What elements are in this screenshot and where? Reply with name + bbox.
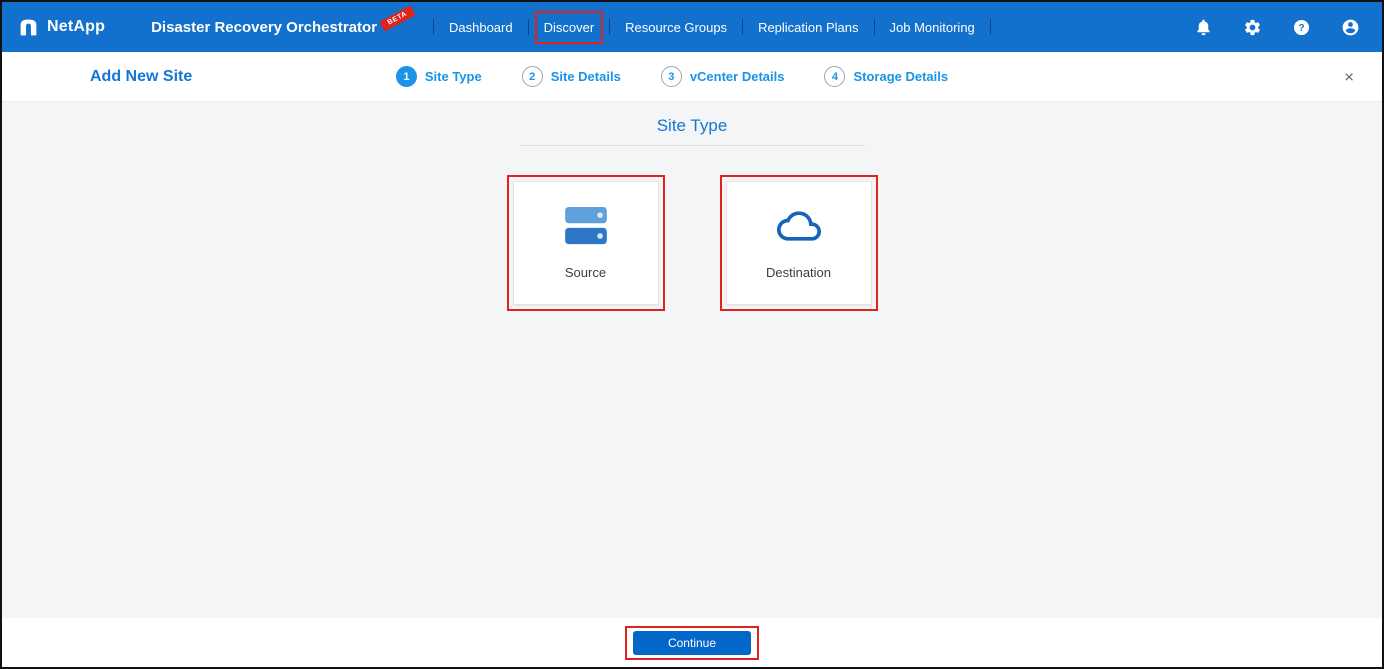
svg-text:?: ? bbox=[1298, 22, 1304, 33]
nav-separator bbox=[433, 19, 434, 35]
beta-ribbon: BETA bbox=[380, 5, 416, 31]
step-1-label: Site Type bbox=[425, 69, 482, 84]
nav-separator bbox=[742, 19, 743, 35]
server-stack-icon bbox=[557, 204, 615, 248]
step-2-label: Site Details bbox=[551, 69, 621, 84]
account-icon[interactable] bbox=[1341, 18, 1360, 37]
source-card-wrap: Source bbox=[513, 181, 659, 305]
cloud-icon bbox=[770, 204, 828, 248]
netapp-logo: NetApp bbox=[18, 17, 105, 38]
step-4-circle: 4 bbox=[824, 66, 845, 87]
main-nav: Dashboard Discover Resource Groups Repli… bbox=[418, 19, 1006, 35]
step-site-details[interactable]: 2 Site Details bbox=[522, 66, 621, 87]
nav-separator bbox=[874, 19, 875, 35]
nav-item-job-monitoring[interactable]: Job Monitoring bbox=[890, 20, 975, 35]
app-title: Disaster Recovery Orchestrator bbox=[151, 19, 377, 36]
nav-item-dashboard[interactable]: Dashboard bbox=[449, 20, 513, 35]
nav-item-discover[interactable]: Discover bbox=[544, 20, 595, 35]
wizard-header: Add New Site 1 Site Type 2 Site Details … bbox=[2, 52, 1382, 102]
brand-text: NetApp bbox=[47, 18, 105, 36]
wizard-steps: 1 Site Type 2 Site Details 3 vCenter Det… bbox=[396, 66, 948, 87]
app-window: NetApp Disaster Recovery Orchestrator BE… bbox=[0, 0, 1384, 669]
nav-item-replication-plans[interactable]: Replication Plans bbox=[758, 20, 858, 35]
source-card[interactable]: Source bbox=[513, 181, 659, 305]
nav-separator bbox=[990, 19, 991, 35]
top-nav-actions: ? bbox=[1194, 18, 1360, 37]
nav-separator bbox=[528, 19, 529, 35]
step-site-type[interactable]: 1 Site Type bbox=[396, 66, 482, 87]
help-icon[interactable]: ? bbox=[1292, 18, 1311, 37]
bell-icon[interactable] bbox=[1194, 18, 1213, 37]
step-3-label: vCenter Details bbox=[690, 69, 785, 84]
nav-item-resource-groups[interactable]: Resource Groups bbox=[625, 20, 727, 35]
destination-card-label: Destination bbox=[766, 265, 831, 280]
wizard-footer: Continue bbox=[2, 618, 1382, 667]
step-vcenter-details[interactable]: 3 vCenter Details bbox=[661, 66, 785, 87]
step-1-circle: 1 bbox=[396, 66, 417, 87]
close-icon[interactable]: × bbox=[1344, 68, 1354, 85]
wizard-body: Site Type Source bbox=[2, 102, 1382, 618]
destination-card[interactable]: Destination bbox=[726, 181, 872, 305]
destination-card-wrap: Destination bbox=[726, 181, 872, 305]
step-2-circle: 2 bbox=[522, 66, 543, 87]
continue-button[interactable]: Continue bbox=[633, 631, 751, 655]
step-storage-details[interactable]: 4 Storage Details bbox=[824, 66, 948, 87]
source-card-label: Source bbox=[565, 265, 606, 280]
step-3-circle: 3 bbox=[661, 66, 682, 87]
continue-button-wrap: Continue bbox=[633, 631, 751, 655]
page-title: Add New Site bbox=[90, 68, 192, 86]
nav-item-discover-wrap: Discover bbox=[544, 20, 595, 35]
gear-icon[interactable] bbox=[1243, 18, 1262, 37]
site-type-cards: Source Destination bbox=[2, 181, 1382, 305]
netapp-logo-icon bbox=[18, 17, 39, 38]
nav-separator bbox=[609, 19, 610, 35]
top-nav: NetApp Disaster Recovery Orchestrator BE… bbox=[2, 2, 1382, 52]
heading-divider bbox=[520, 145, 865, 146]
section-title-site-type: Site Type bbox=[2, 102, 1382, 136]
step-4-label: Storage Details bbox=[853, 69, 948, 84]
